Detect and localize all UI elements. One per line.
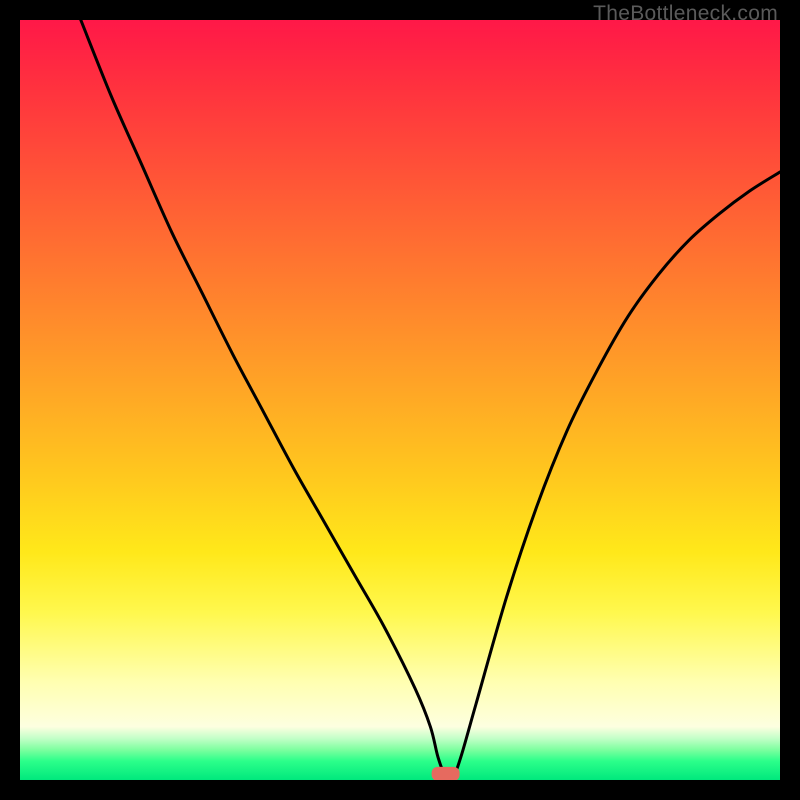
line-series-group [81, 20, 780, 779]
plot-area [20, 20, 780, 780]
bottleneck-curve-path [81, 20, 780, 779]
marker-rect [432, 767, 460, 780]
marker-group [432, 767, 460, 780]
chart-svg [20, 20, 780, 780]
chart-container: TheBottleneck.com [0, 0, 800, 800]
